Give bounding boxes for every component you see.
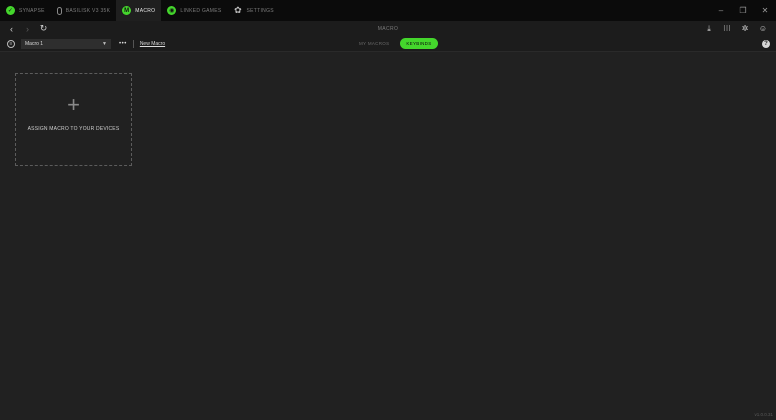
tab-keybinds[interactable]: KEYBINDS	[400, 38, 438, 49]
chevron-down-icon: ▼	[102, 40, 107, 47]
version-label: v1.0.0.31	[754, 412, 773, 417]
new-macro-link[interactable]: New Macro	[140, 41, 165, 47]
tab-linked-games[interactable]: ◉ LINKED GAMES	[161, 0, 227, 21]
assign-macro-card[interactable]: + ASSIGN MACRO TO YOUR DEVICES	[15, 73, 132, 166]
view-tabs: MY MACROS KEYBINDS	[354, 38, 438, 49]
tab-macro-label: MACRO	[135, 7, 156, 14]
divider	[132, 39, 134, 48]
tab-synapse-label: SYNAPSE	[19, 7, 45, 14]
more-options-button[interactable]: •••	[119, 41, 127, 47]
tab-settings[interactable]: ✿ SETTINGS	[228, 0, 280, 21]
window-controls: – ❐ ✕	[710, 0, 776, 21]
plus-icon: +	[67, 92, 80, 117]
macro-select-value: Macro 1	[25, 40, 44, 47]
synapse-icon: ✓	[6, 6, 15, 15]
minimize-icon[interactable]: –	[710, 6, 732, 15]
nav-bar: ‹ › ↻ MACRO ⤓ ⁝⁝⁝ ✲ ☺	[0, 21, 776, 36]
notification-icon[interactable]: ✲	[736, 24, 754, 33]
maximize-icon[interactable]: ❐	[732, 6, 754, 15]
macro-toolbar: ≡ Macro 1 ▼ ••• New Macro MY MACROS KEYB…	[0, 36, 776, 52]
close-icon[interactable]: ✕	[754, 6, 776, 15]
download-icon[interactable]: ⤓	[700, 24, 718, 34]
macro-list-icon[interactable]: ≡	[7, 39, 15, 48]
tab-basilisk[interactable]: BASILISK V3 35K	[51, 0, 117, 21]
grid-icon[interactable]: ⁝⁝⁝	[718, 24, 736, 33]
mouse-icon	[56, 6, 62, 15]
page-title: MACRO	[377, 25, 399, 32]
tab-settings-label: SETTINGS	[246, 7, 274, 14]
tab-macro[interactable]: M MACRO	[116, 0, 162, 21]
macro-select[interactable]: Macro 1 ▼	[21, 38, 111, 49]
linked-games-icon: ◉	[167, 6, 177, 15]
tab-basilisk-label: BASILISK V3 35K	[65, 7, 111, 14]
gear-icon: ✿	[234, 5, 242, 15]
profile-icon[interactable]: ☺	[754, 24, 772, 33]
tab-my-macros[interactable]: MY MACROS	[354, 38, 394, 49]
tab-synapse[interactable]: ✓ SYNAPSE	[0, 0, 51, 21]
nav-actions: ⤓ ⁝⁝⁝ ✲ ☺	[700, 24, 772, 34]
title-bar: ✓ SYNAPSE BASILISK V3 35K M MACRO ◉ LINK…	[0, 0, 776, 21]
assign-macro-label: ASSIGN MACRO TO YOUR DEVICES	[27, 126, 120, 132]
tab-linked-games-label: LINKED GAMES	[180, 7, 222, 14]
macro-icon: M	[122, 6, 132, 15]
help-icon[interactable]: ?	[762, 40, 770, 48]
